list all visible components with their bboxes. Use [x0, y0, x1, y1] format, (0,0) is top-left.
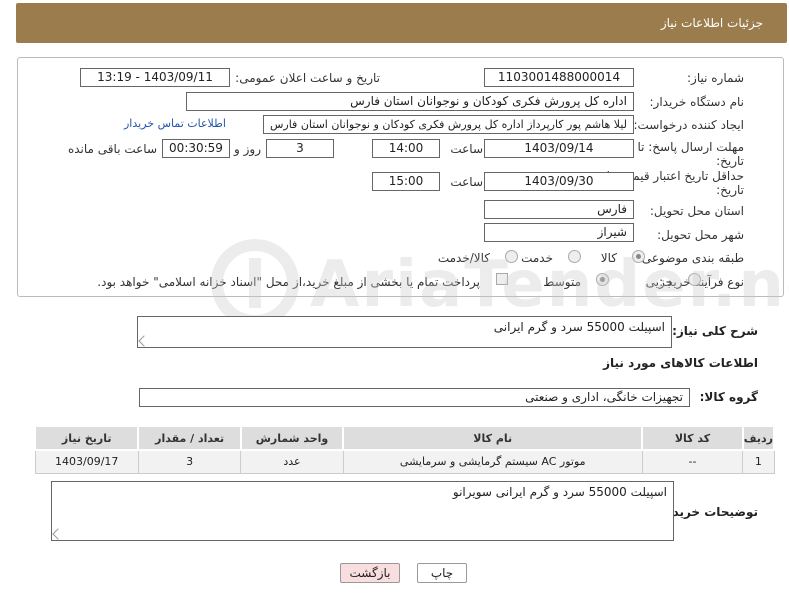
validity-date-field: 1403/09/30	[484, 172, 634, 191]
col-goods-name: نام کالا	[342, 425, 644, 451]
validity-time-field: 15:00	[372, 172, 440, 191]
category-radio-service[interactable]	[568, 250, 581, 263]
summary-label: شرح کلی نیاز:	[672, 324, 758, 338]
process-option-medium: متوسط	[543, 275, 581, 289]
process-option-minor: جزیی	[645, 275, 673, 289]
need-number-label: شماره نیاز:	[687, 71, 744, 85]
cell-goods-code: --	[641, 449, 744, 474]
deadline-label: مهلت ارسال پاسخ: تا	[637, 140, 744, 154]
col-goods-code: کد کالا	[641, 425, 744, 451]
treasury-payment-note: پرداخت تمام یا بخشی از مبلغ خرید،از محل …	[97, 275, 480, 289]
buyer-notes-text: اسپیلت 55000 سرد و گرم ایرانی سویرانو	[452, 485, 667, 499]
days-remaining-field: 3	[266, 139, 334, 158]
cell-unit: عدد	[240, 449, 344, 474]
time-remaining-label: ساعت باقی مانده	[67, 142, 157, 156]
time-remaining-field: 00:30:59	[162, 139, 230, 158]
announce-field: 1403/09/11 - 13:19	[80, 68, 230, 87]
province-field: فارس	[484, 200, 634, 219]
city-label: شهر محل تحویل:	[657, 228, 744, 242]
page-header: جزئیات اطلاعات نیاز	[16, 3, 787, 43]
col-need-date: تاریخ نیاز	[33, 425, 140, 451]
buyer-org-label: نام دستگاه خریدار:	[649, 95, 745, 109]
category-option-goods-service: کالا/خدمت	[437, 251, 490, 265]
contact-info-link[interactable]: اطلاعات تماس خریدار	[124, 117, 226, 130]
cell-goods-name: موتور AC سیستم گرمایشی و سرمایشی	[342, 449, 643, 474]
creator-field: لیلا هاشم پور کارپرداز اداره کل پرورش فک…	[263, 115, 634, 134]
summary-field: اسپیلت 55000 سرد و گرم ایرانی	[137, 316, 672, 348]
goods-table-header: ردیف کد کالا نام کالا واحد شمارش تعداد /…	[33, 425, 776, 451]
cell-need-date: 1403/09/17	[34, 449, 139, 474]
province-label: استان محل تحویل:	[649, 204, 744, 218]
category-radio-goods-service[interactable]	[505, 250, 518, 263]
col-quantity: تعداد / مقدار	[137, 425, 242, 451]
back-button[interactable]: بازگشت	[340, 563, 400, 583]
cell-quantity: 3	[137, 449, 242, 474]
category-label: طبقه بندی موضوعی:	[637, 251, 744, 265]
deadline-time-label: ساعت	[450, 142, 483, 156]
category-option-goods: کالا	[600, 251, 617, 265]
deadline-time-field: 14:00	[372, 139, 440, 158]
category-radio-goods[interactable]	[632, 250, 645, 263]
goods-info-title: اطلاعات کالاهای مورد نیاز	[603, 356, 758, 370]
goods-table: ردیف کد کالا نام کالا واحد شمارش تعداد /…	[33, 425, 776, 474]
table-row: 1 -- موتور AC سیستم گرمایشی و سرمایشی عد…	[34, 449, 775, 474]
treasury-payment-checkbox[interactable]	[496, 273, 508, 285]
process-radio-minor[interactable]	[688, 273, 701, 286]
deadline-date-field: 1403/09/14	[484, 139, 634, 158]
goods-group-field: تجهیزات خانگی، اداری و صنعتی	[139, 388, 690, 407]
resize-grip-icon[interactable]	[52, 528, 64, 540]
days-label: روز و	[234, 142, 261, 156]
validity-time-label: ساعت	[450, 175, 483, 189]
summary-text: اسپیلت 55000 سرد و گرم ایرانی	[493, 320, 665, 334]
city-field: شیراز	[484, 223, 634, 242]
creator-label: ایجاد کننده درخواست:	[633, 118, 744, 132]
buyer-notes-field: اسپیلت 55000 سرد و گرم ایرانی سویرانو	[51, 481, 674, 541]
col-unit: واحد شمارش	[239, 425, 345, 451]
category-option-service: خدمت	[521, 251, 553, 265]
deadline-label-date: تاریخ:	[716, 154, 744, 168]
announce-label: تاریخ و ساعت اعلان عمومی:	[235, 71, 380, 85]
print-button[interactable]: چاپ	[417, 563, 467, 583]
validity-label-date: تاریخ:	[716, 183, 744, 197]
page-title: جزئیات اطلاعات نیاز	[660, 16, 763, 30]
resize-grip-icon[interactable]	[138, 335, 150, 347]
col-row-number: ردیف	[741, 425, 776, 451]
need-number-field: 1103001488000014	[484, 68, 634, 87]
goods-group-label: گروه کالا:	[699, 390, 758, 404]
process-radio-medium[interactable]	[596, 273, 609, 286]
cell-row-number: 1	[742, 449, 775, 474]
buyer-org-field: اداره کل پرورش فکری کودکان و نوجوانان اس…	[186, 92, 634, 111]
